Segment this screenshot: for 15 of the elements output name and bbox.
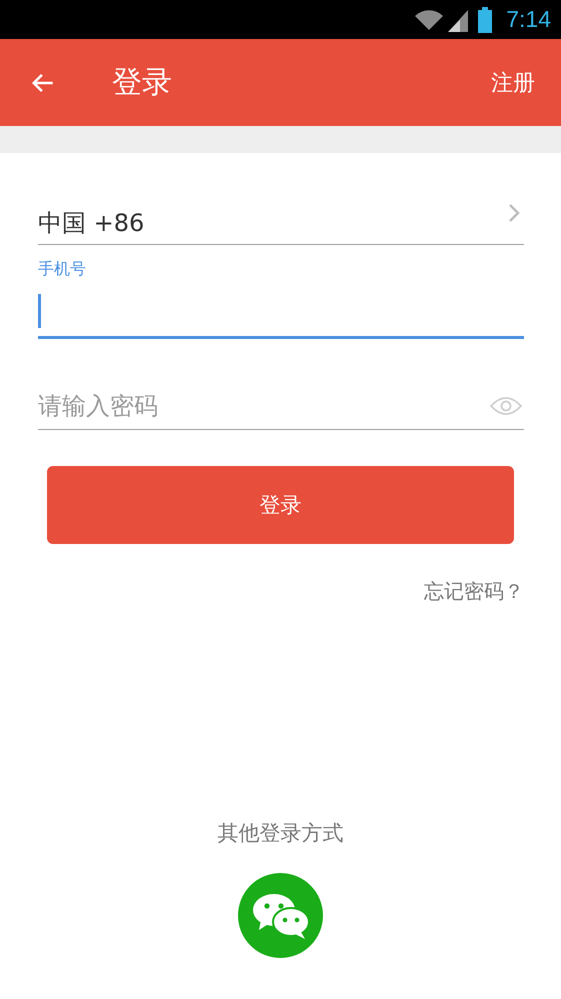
phone-field[interactable]: 手机号 [38,245,524,339]
page-title: 登录 [112,64,173,102]
chevron-right-icon [508,202,520,222]
password-field[interactable]: 请输入密码 [38,392,490,420]
eye-icon[interactable] [490,396,522,416]
forgot-password-link[interactable]: 忘记密码？ [424,578,524,605]
other-login-label: 其他登录方式 [218,820,344,847]
chat-bubbles-icon [250,892,310,940]
signal-icon [448,8,468,32]
wifi-icon [414,8,444,32]
country-selector[interactable]: 中国 +86 [38,195,524,245]
register-button[interactable]: 注册 [491,68,535,98]
login-button[interactable]: 登录 [47,466,514,544]
clock: 7:14 [506,6,551,33]
battery-icon [478,6,492,32]
